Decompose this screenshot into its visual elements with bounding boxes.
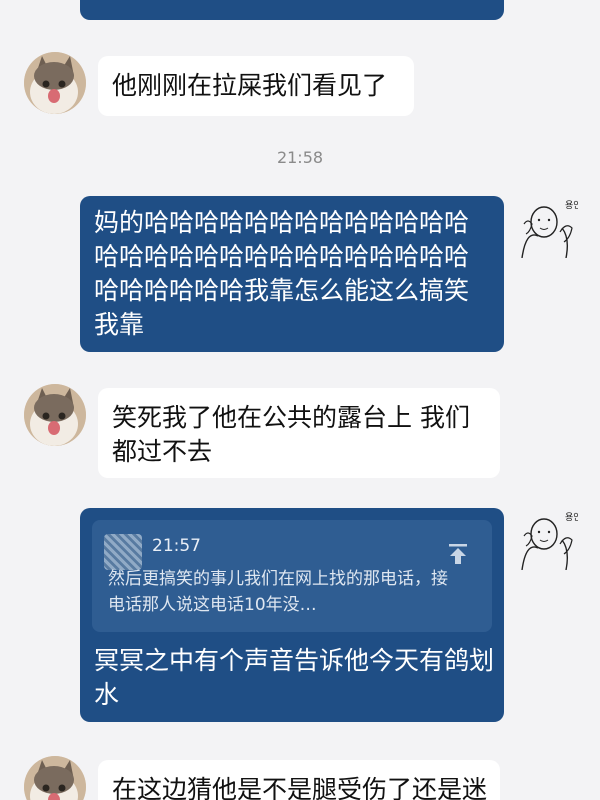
message-text: 笑死我了他在公共的露台上 我们都过不去	[112, 403, 470, 466]
contact-avatar[interactable]	[24, 756, 86, 800]
incoming-message-bubble[interactable]: 笑死我了他在公共的露台上 我们都过不去	[98, 388, 500, 478]
cat-avatar-icon	[24, 756, 86, 800]
jump-to-quote-icon[interactable]	[446, 542, 470, 566]
avatar-badge-text: 용안대	[565, 200, 578, 211]
my-avatar[interactable]: 용안대	[516, 196, 590, 259]
sketch-face-avatar-icon: 용안대	[516, 196, 590, 259]
quoted-message-card[interactable]: 21:57 然后更搞笑的事儿我们在网上找的那电话，接电话那人说这电话10年没…	[92, 520, 492, 632]
time-separator: 21:58	[276, 148, 324, 167]
incoming-message-bubble-cropped[interactable]: 在这边猜他是不是腿受伤了还是迷	[98, 760, 500, 800]
quoted-message-time: 21:57	[152, 536, 201, 556]
message-text: 在这边猜他是不是腿受伤了还是迷	[112, 775, 488, 800]
my-avatar[interactable]: 용안대	[516, 508, 590, 571]
message-text: 冥冥之中有个声音告诉他今天有鸽划水	[94, 646, 495, 709]
quoted-sender-avatar-blurred	[104, 534, 142, 570]
contact-avatar[interactable]	[24, 52, 86, 114]
contact-avatar[interactable]	[24, 384, 86, 446]
cat-avatar-icon	[24, 52, 86, 114]
avatar-badge-text: 용안대	[565, 512, 578, 523]
outgoing-message-bubble[interactable]: 妈的哈哈哈哈哈哈哈哈哈哈哈哈哈哈哈哈哈哈哈哈哈哈哈哈哈哈哈哈哈哈哈哈哈哈我靠怎么…	[80, 196, 504, 352]
message-text: 他刚刚在拉屎我们看见了	[112, 71, 388, 100]
message-text: 妈的哈哈哈哈哈哈哈哈哈哈哈哈哈哈哈哈哈哈哈哈哈哈哈哈哈哈哈哈哈哈哈哈哈哈我靠怎么…	[94, 208, 470, 339]
quoted-message-text: 然后更搞笑的事儿我们在网上找的那电话，接电话那人说这电话10年没…	[108, 569, 448, 615]
cat-avatar-icon	[24, 384, 86, 446]
chat-screen: 他刚刚在拉屎我们看见了 21:58 妈的哈哈哈哈哈哈哈哈哈哈哈哈哈哈哈哈哈哈哈哈…	[0, 0, 600, 800]
sketch-face-avatar-icon: 용안대	[516, 508, 590, 571]
incoming-message-bubble[interactable]: 他刚刚在拉屎我们看见了	[98, 56, 414, 116]
outgoing-message-bubble-cropped[interactable]	[80, 0, 504, 20]
